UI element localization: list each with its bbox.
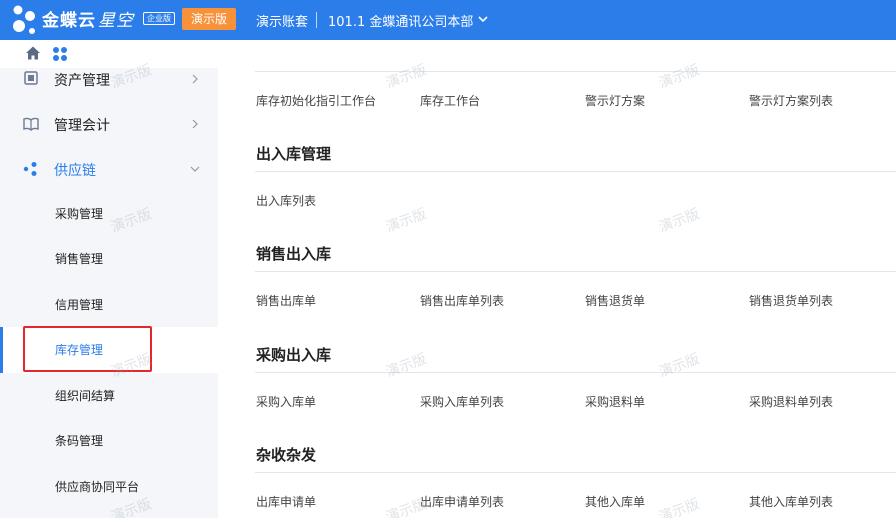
sidebar-item-label: 资产管理 [54,73,110,89]
sidebar-subitem-inventory[interactable]: 库存管理 [0,327,218,373]
chevron-right-icon [192,74,198,84]
sidebar-subitem-label: 销售管理 [55,252,104,266]
link-sales-return-list[interactable]: 销售退货单列表 [749,292,833,309]
header-divider [316,12,317,28]
divider [255,472,896,473]
sidebar-item-asset-management[interactable]: 资产管理 [0,56,218,102]
link-sales-outbound-list[interactable]: 销售出库单列表 [420,292,504,309]
sidebar-subitem-barcode[interactable]: 条码管理 [0,418,218,464]
divider [255,171,896,172]
sidebar-subitem-label: 组织间结算 [55,389,116,403]
link-purchase-inbound-list[interactable]: 采购入库单列表 [420,393,504,410]
section-title: 杂收杂发 [256,446,317,464]
demo-badge: 演示版 [182,8,236,30]
kingdee-logo-icon[interactable] [10,4,40,36]
top-header: 金蝶云 星空 企业版 演示版 演示账套 101.1 金蝶通讯公司本部 [0,0,896,40]
link-warning-light-plan[interactable]: 警示灯方案 [585,92,645,109]
link-sales-return[interactable]: 销售退货单 [585,292,645,309]
link-other-inbound[interactable]: 其他入库单 [585,493,645,510]
chevron-down-icon [190,166,200,172]
sidebar-subitem-label: 供应商协同平台 [55,480,140,494]
sidebar-subitem-sales[interactable]: 销售管理 [0,236,218,282]
sidebar-subitem-credit[interactable]: 信用管理 [0,282,218,328]
sidebar-item-label: 供应链 [54,163,96,179]
sidebar-subitem-label: 条码管理 [55,434,104,448]
edition-badge: 企业版 [143,12,175,25]
sidebar-subitem-label: 库存管理 [55,343,104,357]
link-warning-light-plan-list[interactable]: 警示灯方案列表 [749,92,833,109]
selected-indicator [0,327,3,373]
link-outbound-request-list[interactable]: 出库申请单列表 [420,493,504,510]
chevron-right-icon [192,119,198,129]
section-title: 出入库管理 [256,145,332,163]
sidebar-subitem-label: 采购管理 [55,207,104,221]
link-inventory-init-guide[interactable]: 库存初始化指引工作台 [256,92,376,109]
link-purchase-return[interactable]: 采购退料单 [585,393,645,410]
account-label[interactable]: 演示账套 [256,11,308,30]
chevron-down-icon[interactable] [476,12,490,26]
sidebar-item-management-accounting[interactable]: 管理会计 [0,101,218,147]
link-outbound-request[interactable]: 出库申请单 [256,493,316,510]
brand-main: 金蝶云 [42,11,96,31]
sidebar-subitem-inter-org-settlement[interactable]: 组织间结算 [0,373,218,419]
brand-sub: 星空 [98,11,134,31]
link-other-inbound-list[interactable]: 其他入库单列表 [749,493,833,510]
organization-selector[interactable]: 101.1 金蝶通讯公司本部 [328,11,473,30]
divider [255,71,896,72]
sidebar-subitem-label: 信用管理 [55,298,104,312]
sidebar-subitem-purchase[interactable]: 采购管理 [0,191,218,237]
link-purchase-inbound[interactable]: 采购入库单 [256,393,316,410]
asset-icon [24,71,38,85]
supply-chain-icon [23,162,37,176]
link-sales-outbound[interactable]: 销售出库单 [256,292,316,309]
divider [255,372,896,373]
link-purchase-return-list[interactable]: 采购退料单列表 [749,393,833,410]
section-title: 采购出入库 [256,346,332,364]
sidebar-item-label: 管理会计 [54,118,110,134]
sidebar-subitem-supplier-platform[interactable]: 供应商协同平台 [0,464,218,510]
brand-name: 金蝶云 星空 [42,6,134,31]
link-io-list[interactable]: 出入库列表 [256,192,316,209]
divider [255,271,896,272]
section-title: 销售出入库 [256,245,332,263]
book-icon [23,117,39,131]
sidebar-item-supply-chain[interactable]: 供应链 [0,146,218,192]
link-inventory-workbench[interactable]: 库存工作台 [420,92,480,109]
